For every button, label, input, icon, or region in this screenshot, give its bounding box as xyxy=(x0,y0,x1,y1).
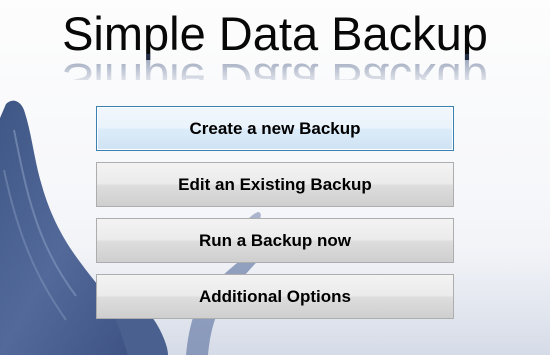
create-backup-label: Create a new Backup xyxy=(189,118,361,138)
main-window: Simple Data Backup Simple Data Backup Cr… xyxy=(0,0,550,355)
app-title-reflection-text: Simple Data Backup xyxy=(62,54,488,80)
additional-options-button[interactable]: Additional Options xyxy=(96,274,454,319)
create-backup-button[interactable]: Create a new Backup xyxy=(96,106,454,151)
edit-backup-button[interactable]: Edit an Existing Backup xyxy=(96,162,454,207)
run-backup-label: Run a Backup now xyxy=(198,230,352,250)
app-title: Simple Data Backup xyxy=(62,7,488,60)
additional-options-label: Additional Options xyxy=(198,286,352,306)
edit-backup-label: Edit an Existing Backup xyxy=(178,174,372,194)
run-backup-button[interactable]: Run a Backup now xyxy=(96,218,454,263)
app-title-wrap: Simple Data Backup xyxy=(0,8,550,60)
app-title-reflection: Simple Data Backup xyxy=(0,54,550,80)
